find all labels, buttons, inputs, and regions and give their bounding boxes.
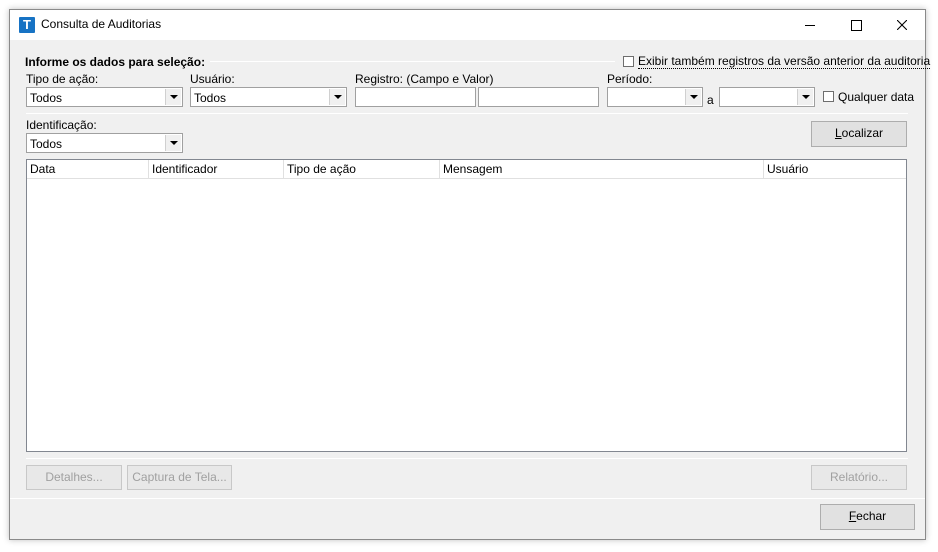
record-label: Registro: (Campo e Valor) bbox=[355, 72, 494, 86]
record-value-input[interactable] bbox=[478, 87, 599, 107]
user-select[interactable]: Todos bbox=[190, 87, 347, 107]
chevron-down-icon[interactable] bbox=[165, 135, 181, 151]
period-label: Período: bbox=[607, 72, 653, 86]
column-header-action-type[interactable]: Tipo de ação bbox=[284, 160, 440, 179]
footer-divider bbox=[10, 498, 925, 499]
action-type-select[interactable]: Todos bbox=[26, 87, 183, 107]
minimize-button[interactable] bbox=[787, 10, 833, 40]
column-header-identifier[interactable]: Identificador bbox=[149, 160, 284, 179]
app-logo-icon: T bbox=[19, 17, 35, 33]
identification-value: Todos bbox=[30, 137, 63, 151]
identification-label: Identificação: bbox=[26, 118, 97, 132]
close-button[interactable]: Fechar bbox=[820, 504, 915, 530]
any-date-label[interactable]: Qualquer data bbox=[838, 90, 914, 104]
report-button[interactable]: Relatório... bbox=[811, 465, 907, 490]
period-from-select[interactable] bbox=[607, 87, 703, 107]
any-date-checkbox[interactable] bbox=[823, 91, 834, 102]
user-value: Todos bbox=[194, 91, 227, 105]
details-button[interactable]: Detalhes... bbox=[26, 465, 122, 490]
chevron-down-icon[interactable] bbox=[165, 89, 181, 105]
period-to-select[interactable] bbox=[719, 87, 815, 107]
action-type-label: Tipo de ação: bbox=[26, 72, 99, 86]
bottom-divider bbox=[26, 458, 908, 459]
show-previous-label[interactable]: Exibir também registros da versão anteri… bbox=[638, 55, 931, 69]
title-bar: T Consulta de Auditorias bbox=[10, 10, 925, 40]
selection-group-title: Informe os dados para seleção: bbox=[25, 55, 206, 69]
window-title: Consulta de Auditorias bbox=[41, 17, 162, 31]
close-button-label: echar bbox=[856, 509, 887, 523]
column-header-data[interactable]: Data bbox=[27, 160, 149, 179]
record-field-input[interactable] bbox=[355, 87, 476, 107]
minimize-icon bbox=[805, 24, 815, 26]
table-header: Data Identificador Tipo de ação Mensagem… bbox=[27, 160, 906, 179]
group-divider bbox=[210, 61, 615, 62]
show-previous-checkbox[interactable] bbox=[623, 56, 634, 67]
search-button-accel: L bbox=[834, 126, 842, 140]
search-button[interactable]: Localizar bbox=[811, 121, 907, 147]
search-button-label: ocalizar bbox=[841, 126, 884, 140]
screenshot-button[interactable]: Captura de Tela... bbox=[127, 465, 232, 490]
column-header-message[interactable]: Mensagem bbox=[440, 160, 764, 179]
filters-divider bbox=[26, 113, 908, 114]
close-window-button[interactable] bbox=[879, 10, 925, 40]
maximize-icon bbox=[850, 19, 862, 31]
audit-query-window: T Consulta de Auditorias Informe os dado… bbox=[9, 9, 931, 540]
chevron-down-icon[interactable] bbox=[685, 89, 701, 105]
chevron-down-icon[interactable] bbox=[797, 89, 813, 105]
chevron-down-icon[interactable] bbox=[329, 89, 345, 105]
results-table[interactable]: Data Identificador Tipo de ação Mensagem… bbox=[26, 159, 907, 452]
maximize-button[interactable] bbox=[833, 10, 879, 40]
period-separator: a bbox=[707, 93, 714, 107]
column-header-user[interactable]: Usuário bbox=[764, 160, 906, 179]
close-icon bbox=[897, 20, 907, 30]
identification-select[interactable]: Todos bbox=[26, 133, 183, 153]
action-type-value: Todos bbox=[30, 91, 63, 105]
user-label: Usuário: bbox=[190, 72, 235, 86]
